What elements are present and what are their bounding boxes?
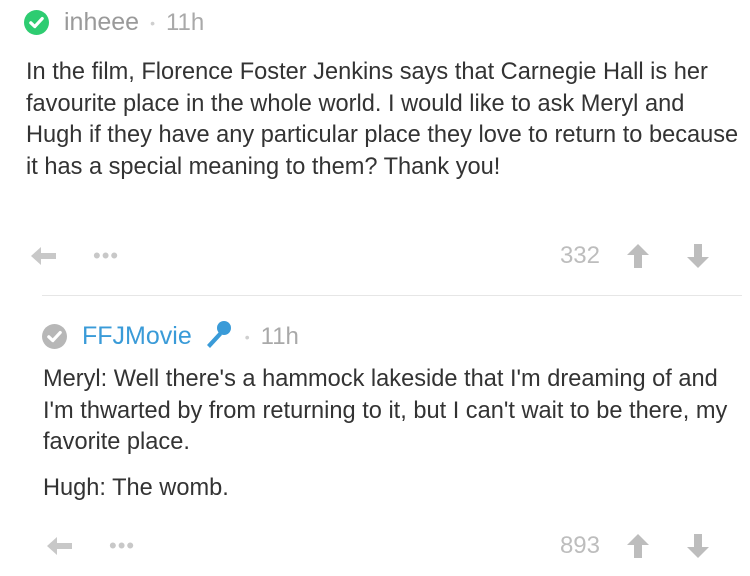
comment-actions: ••• 893 <box>0 526 750 566</box>
separator-dot: • <box>244 328 250 345</box>
microphone-icon <box>202 318 234 355</box>
downvote-icon[interactable] <box>686 236 710 276</box>
thread-divider <box>42 295 742 296</box>
comment-body: In the film, Florence Foster Jenkins say… <box>26 57 741 183</box>
downvote-icon[interactable] <box>686 526 710 566</box>
reply-icon[interactable] <box>46 526 74 566</box>
comment-actions: ••• 332 <box>0 236 750 276</box>
score: 332 <box>559 242 600 269</box>
more-options-icon[interactable]: ••• <box>93 236 119 276</box>
reply-icon[interactable] <box>30 236 58 276</box>
comment-paragraph: In the film, Florence Foster Jenkins say… <box>26 59 739 180</box>
username[interactable]: FFJMovie <box>82 322 192 351</box>
timestamp: 11h <box>260 322 299 350</box>
comment-header: inheee • 11h <box>24 8 204 37</box>
upvote-icon[interactable] <box>626 236 650 276</box>
username[interactable]: inheee <box>64 8 139 37</box>
comment-paragraph: Meryl: Well there's a hammock lakeside t… <box>43 366 728 455</box>
upvote-icon[interactable] <box>626 526 650 566</box>
check-circle-icon <box>24 10 49 35</box>
score: 893 <box>559 532 600 559</box>
comment-body: Meryl: Well there's a hammock lakeside t… <box>43 364 743 504</box>
comment-paragraph: Hugh: The womb. <box>43 474 229 501</box>
timestamp: 11h <box>165 8 205 36</box>
more-options-icon[interactable]: ••• <box>109 526 135 566</box>
comment-header: FFJMovie • 11h <box>42 318 299 355</box>
check-circle-icon <box>42 324 67 349</box>
separator-dot: • <box>150 14 155 31</box>
